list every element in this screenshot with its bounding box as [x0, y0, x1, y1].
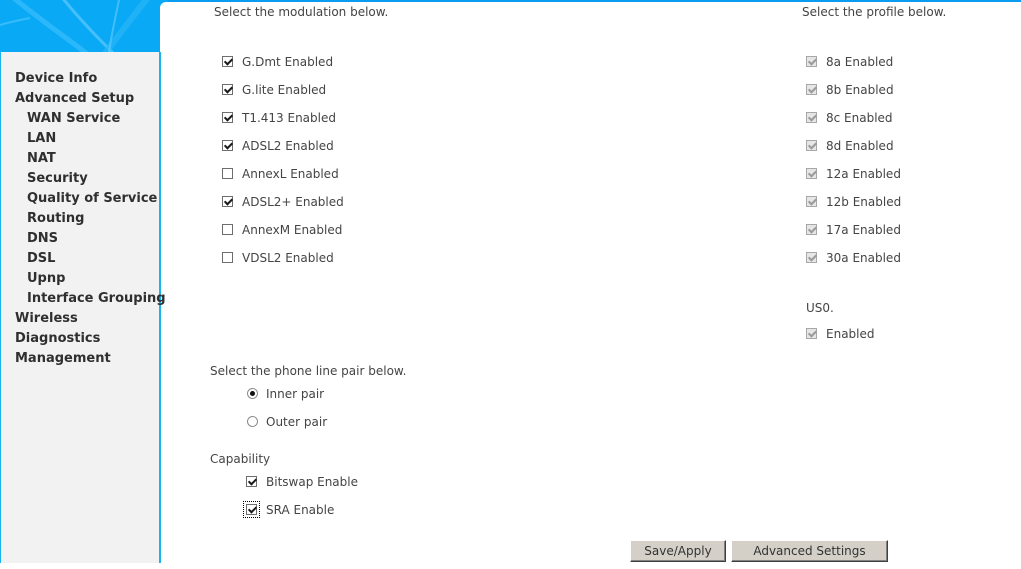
modulation-t1413-label: T1.413 Enabled: [242, 111, 336, 125]
sidebar: Device Info Advanced Setup WAN Service L…: [0, 52, 166, 563]
profile-12b-checkbox: [806, 196, 817, 207]
modulation-adsl2plus-label: ADSL2+ Enabled: [242, 195, 344, 209]
inner-pair-radio[interactable]: [247, 388, 258, 399]
sidebar-item-dns[interactable]: DNS: [15, 230, 166, 250]
profile-8d-label: 8d Enabled: [826, 139, 894, 153]
profile-8a-label: 8a Enabled: [826, 55, 894, 69]
modulation-adsl2plus-checkbox[interactable]: [222, 196, 233, 207]
modulation-adsl2-label: ADSL2 Enabled: [242, 139, 334, 153]
sidebar-item-advanced-setup[interactable]: Advanced Setup: [15, 90, 166, 110]
modulation-annexl-checkbox[interactable]: [222, 168, 233, 179]
profile-8c-checkbox: [806, 112, 817, 123]
bitswap-label: Bitswap Enable: [266, 475, 358, 489]
us0-enabled-checkbox: [806, 328, 817, 339]
profile-12a-label: 12a Enabled: [826, 167, 901, 181]
profile-17a-label: 17a Enabled: [826, 223, 901, 237]
modulation-vdsl2-checkbox[interactable]: [222, 252, 233, 263]
modulation-glite-checkbox[interactable]: [222, 84, 233, 95]
sidebar-item-wan-service[interactable]: WAN Service: [15, 110, 166, 130]
banner-decoration-icon: [0, 0, 150, 52]
modulation-glite-label: G.lite Enabled: [242, 83, 327, 97]
modulation-vdsl2-label: VDSL2 Enabled: [242, 251, 334, 265]
profile-12a-checkbox: [806, 168, 817, 179]
inner-pair-label: Inner pair: [266, 387, 325, 401]
bitswap-checkbox[interactable]: [246, 476, 257, 487]
sidebar-item-interface-grouping[interactable]: Interface Grouping: [15, 290, 166, 310]
save-apply-button[interactable]: Save/Apply: [630, 540, 726, 562]
profile-30a-checkbox: [806, 252, 817, 263]
modulation-annexm-label: AnnexM Enabled: [242, 223, 343, 237]
capability-heading: Capability: [210, 452, 271, 466]
header-strip: [160, 0, 1021, 2]
sidebar-item-upnp[interactable]: Upnp: [15, 270, 166, 290]
us0-heading: US0.: [806, 301, 834, 315]
content-corner: [160, 0, 168, 10]
sidebar-nav: Device Info Advanced Setup WAN Service L…: [15, 70, 166, 370]
sidebar-item-diagnostics[interactable]: Diagnostics: [15, 330, 166, 350]
profile-17a-checkbox: [806, 224, 817, 235]
sidebar-item-lan[interactable]: LAN: [15, 130, 166, 150]
profile-8d-checkbox: [806, 140, 817, 151]
modulation-t1413-checkbox[interactable]: [222, 112, 233, 123]
profile-8b-label: 8b Enabled: [826, 83, 894, 97]
profile-12b-label: 12b Enabled: [826, 195, 902, 209]
sidebar-item-routing[interactable]: Routing: [15, 210, 166, 230]
modulation-gdmt-label: G.Dmt Enabled: [242, 55, 334, 69]
sidebar-item-wireless[interactable]: Wireless: [15, 310, 166, 330]
sra-checkbox[interactable]: [243, 501, 260, 518]
profile-8a-checkbox: [806, 56, 817, 67]
sidebar-item-security[interactable]: Security: [15, 170, 166, 190]
profile-8b-checkbox: [806, 84, 817, 95]
outer-pair-label: Outer pair: [266, 415, 328, 429]
sidebar-item-quality-of-service[interactable]: Quality of Service: [15, 190, 166, 210]
modulation-gdmt-checkbox[interactable]: [222, 56, 233, 67]
profile-heading: Select the profile below.: [802, 5, 947, 19]
profile-8c-label: 8c Enabled: [826, 111, 893, 125]
modulation-heading: Select the modulation below.: [214, 5, 389, 19]
sidebar-item-dsl[interactable]: DSL: [15, 250, 166, 270]
sra-label: SRA Enable: [266, 503, 335, 517]
sidebar-item-device-info[interactable]: Device Info: [15, 70, 166, 90]
header-banner: [0, 0, 160, 52]
profile-30a-label: 30a Enabled: [826, 251, 901, 265]
us0-enabled-label: Enabled: [826, 327, 875, 341]
advanced-settings-button[interactable]: Advanced Settings: [731, 540, 888, 562]
modulation-annexm-checkbox[interactable]: [222, 224, 233, 235]
phone-line-heading: Select the phone line pair below.: [210, 364, 407, 378]
sidebar-item-management[interactable]: Management: [15, 350, 166, 370]
sidebar-item-nat[interactable]: NAT: [15, 150, 166, 170]
modulation-annexl-label: AnnexL Enabled: [242, 167, 339, 181]
modulation-adsl2-checkbox[interactable]: [222, 140, 233, 151]
outer-pair-radio[interactable]: [247, 416, 258, 427]
